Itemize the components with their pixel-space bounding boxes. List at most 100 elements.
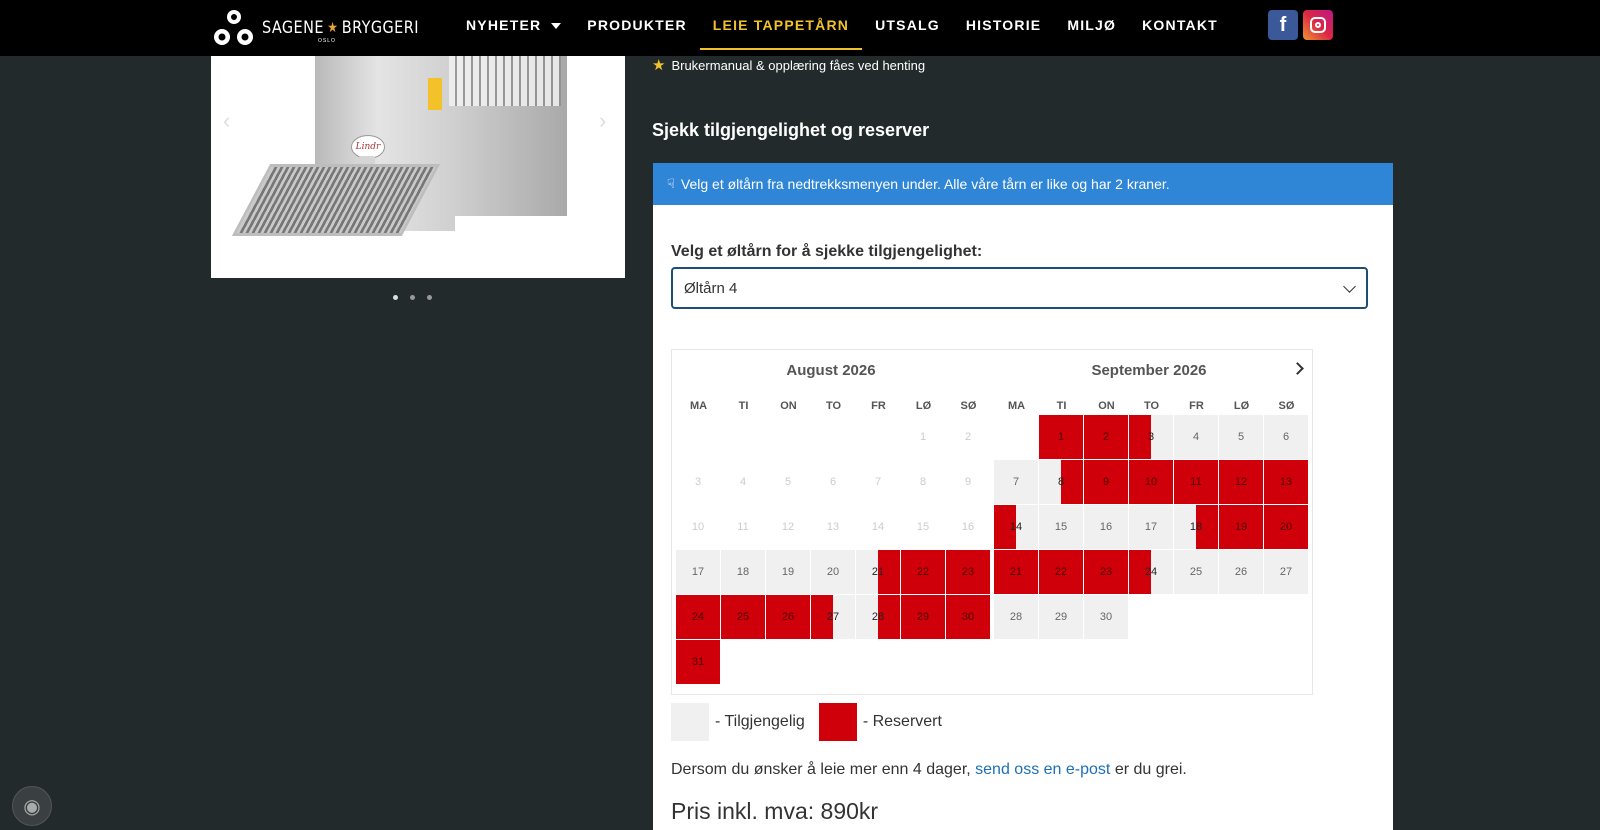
calendar-day: 14 [856, 505, 901, 550]
nav-item-nyheter[interactable]: NYHETER [453, 0, 574, 50]
availability-calendar: August 2026 MA TI ON TO FR LØ SØ 1234567… [671, 349, 1313, 695]
weekday-label: TI [738, 400, 749, 412]
calendar-day: 13 [811, 505, 856, 550]
calendar-day[interactable]: 21 [856, 550, 901, 595]
star-icon: ★ [327, 20, 339, 36]
calendar-day[interactable]: 20 [1264, 505, 1309, 550]
calendar-day[interactable]: 25 [1174, 550, 1219, 595]
booking-panel: Velg et øltårn for å sjekke tilgjengelig… [653, 205, 1393, 830]
note-text-after: er du grei. [1114, 761, 1187, 778]
calendar-day[interactable]: 31 [676, 640, 721, 685]
calendar-day[interactable]: 23 [946, 550, 991, 595]
calendar-empty-cell [721, 415, 766, 460]
calendar-day[interactable]: 24 [1129, 550, 1174, 595]
calendar-day[interactable]: 30 [1084, 595, 1129, 640]
calendar-day[interactable]: 9 [1084, 460, 1129, 505]
calendar-day[interactable]: 21 [994, 550, 1039, 595]
weekday-header: MA TI ON TO FR LØ SØ [994, 400, 1309, 412]
calendar-day[interactable]: 6 [1264, 415, 1309, 460]
calendar-day[interactable]: 1 [1039, 415, 1084, 460]
calendar-day[interactable]: 23 [1084, 550, 1129, 595]
calendar-day[interactable]: 28 [994, 595, 1039, 640]
main-nav: NYHETER PRODUKTER LEIE TAPPETÅRN UTSALG … [453, 0, 1231, 56]
slider-dot[interactable] [410, 295, 415, 300]
weekday-label: TO [1143, 400, 1160, 412]
calendar-day[interactable]: 22 [1039, 550, 1084, 595]
calendar-day[interactable]: 8 [1039, 460, 1084, 505]
gears-logo-icon [214, 10, 253, 45]
calendar-day[interactable]: 11 [1174, 460, 1219, 505]
nav-item-historie[interactable]: HISTORIE [953, 0, 1054, 50]
calendar-day[interactable]: 30 [946, 595, 991, 640]
facebook-icon[interactable]: f [1268, 10, 1298, 40]
slider-dot[interactable] [427, 295, 432, 300]
tower-select-label: Velg et øltårn for å sjekke tilgjengelig… [671, 243, 983, 260]
tower-select-value: Øltårn 4 [684, 279, 738, 297]
calendar-day[interactable]: 29 [1039, 595, 1084, 640]
calendar-day[interactable]: 15 [1039, 505, 1084, 550]
calendar-day[interactable]: 28 [856, 595, 901, 640]
calendar-day[interactable]: 12 [1219, 460, 1264, 505]
calendar-day[interactable]: 14 [994, 505, 1039, 550]
product-image-slider[interactable]: Lindr ‹ › [211, 56, 625, 278]
nav-item-kontakt[interactable]: KONTAKT [1129, 0, 1231, 50]
weekday-label: SØ [1278, 400, 1295, 412]
calendar-day[interactable]: 22 [901, 550, 946, 595]
tower-select[interactable]: Øltårn 4 [671, 267, 1368, 309]
weekday-label: TI [1056, 400, 1067, 412]
calendar-day: 16 [946, 505, 991, 550]
calendar-day[interactable]: 10 [1129, 460, 1174, 505]
nav-item-produkter[interactable]: PRODUKTER [574, 0, 699, 50]
instagram-icon[interactable] [1303, 10, 1333, 40]
email-link[interactable]: send oss en e-post [975, 761, 1110, 778]
weekday-header: MA TI ON TO FR LØ SØ [676, 400, 991, 412]
calendar-day[interactable]: 13 [1264, 460, 1309, 505]
logo-text-right: BRYGGERI [341, 18, 419, 38]
calendar-day[interactable]: 19 [1219, 505, 1264, 550]
calendar-day[interactable]: 2 [1084, 415, 1129, 460]
calendar-day[interactable]: 3 [1129, 415, 1174, 460]
nav-item-label: KONTAKT [1142, 17, 1218, 33]
note-text-before: Dersom du ønsker å leie mer enn 4 dager, [671, 761, 971, 778]
calendar-day[interactable]: 5 [1219, 415, 1264, 460]
calendar-day[interactable]: 20 [811, 550, 856, 595]
nav-item-leie-tappetarn[interactable]: LEIE TAPPETÅRN [699, 2, 863, 50]
calendar-day[interactable]: 24 [676, 595, 721, 640]
calendar-day[interactable]: 17 [1129, 505, 1174, 550]
calendar-day: 6 [811, 460, 856, 505]
calendar-day[interactable]: 16 [1084, 505, 1129, 550]
beer-tower-sticker [428, 78, 442, 110]
nav-item-utsalg[interactable]: UTSALG [862, 0, 953, 50]
calendar-day[interactable]: 29 [901, 595, 946, 640]
long-rental-note: Dersom du ønsker å leie mer enn 4 dager,… [671, 761, 1187, 779]
calendar-day[interactable]: 19 [766, 550, 811, 595]
calendar-day[interactable]: 7 [994, 460, 1039, 505]
calendar-day: 7 [856, 460, 901, 505]
calendar-day[interactable]: 27 [1264, 550, 1309, 595]
available-swatch [671, 703, 709, 741]
calendar-day[interactable]: 26 [1219, 550, 1264, 595]
slider-prev-icon[interactable]: ‹ [223, 108, 230, 134]
logo-subtitle: OSLO [318, 38, 336, 44]
calendar-day[interactable]: 18 [721, 550, 766, 595]
calendar-day[interactable]: 26 [766, 595, 811, 640]
reserved-swatch [818, 703, 857, 741]
calendar-day: 15 [901, 505, 946, 550]
slider-dot[interactable] [393, 295, 398, 300]
legend-reserved-label: - Reservert [862, 713, 942, 730]
cookie-settings-icon[interactable]: ◉ [12, 786, 52, 826]
calendar-day: 4 [721, 460, 766, 505]
calendar-day[interactable]: 25 [721, 595, 766, 640]
calendar-day: 11 [721, 505, 766, 550]
nav-item-label: MILJØ [1067, 17, 1117, 33]
calendar-day[interactable]: 17 [676, 550, 721, 595]
nav-item-miljo[interactable]: MILJØ [1054, 0, 1129, 50]
weekday-label: FR [871, 400, 886, 412]
calendar-empty-cell [766, 415, 811, 460]
slider-next-icon[interactable]: › [599, 108, 606, 134]
calendar-day[interactable]: 27 [811, 595, 856, 640]
weekday-label: SØ [960, 400, 977, 412]
chevron-down-icon [1343, 280, 1356, 293]
calendar-day[interactable]: 18 [1174, 505, 1219, 550]
calendar-day[interactable]: 4 [1174, 415, 1219, 460]
